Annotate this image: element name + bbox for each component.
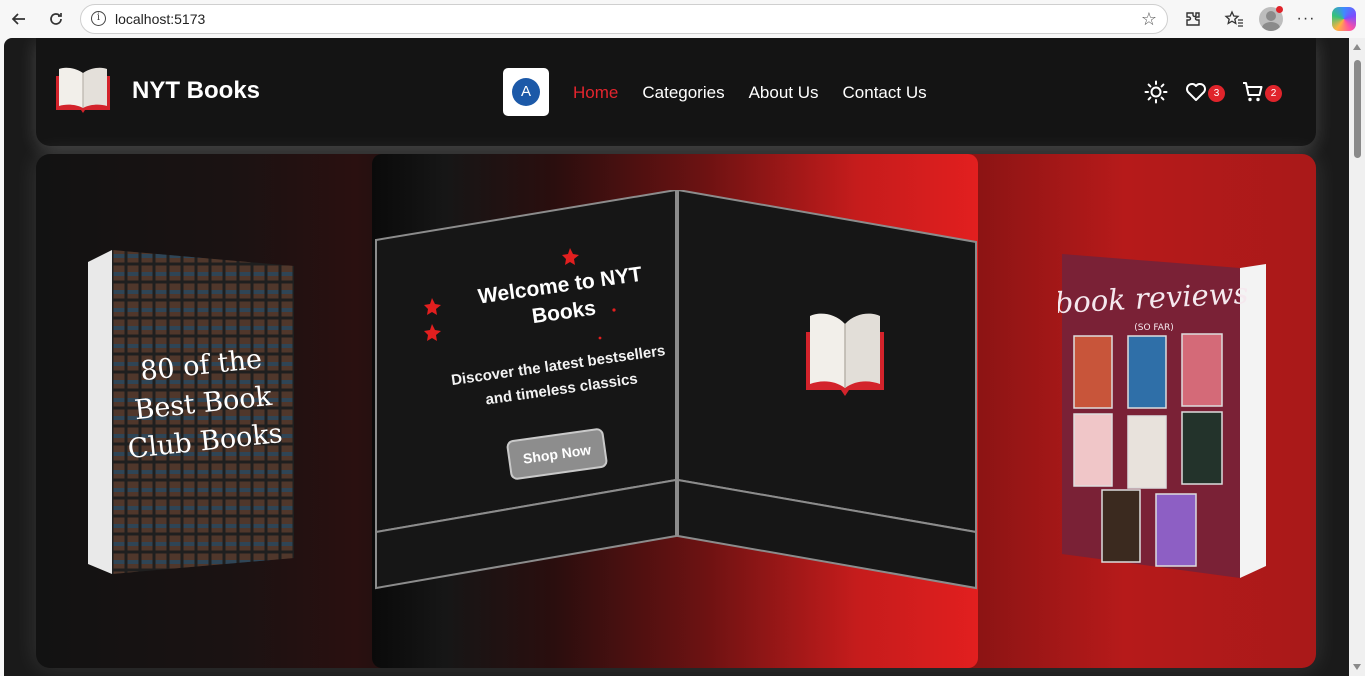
user-avatar-button[interactable]: A bbox=[503, 68, 549, 116]
sun-icon[interactable] bbox=[1144, 80, 1168, 104]
brand-name[interactable]: NYT Books bbox=[132, 77, 260, 105]
cart-icon[interactable] bbox=[1241, 80, 1265, 104]
scroll-up-icon[interactable] bbox=[1353, 44, 1361, 50]
hero-carousel: 80 of the Best Book Club Books Welcome t… bbox=[36, 154, 1316, 668]
nav-contact-us[interactable]: Contact Us bbox=[843, 83, 927, 103]
favorite-star-icon[interactable]: ☆ bbox=[1141, 9, 1157, 30]
main-nav: Home Categories About Us Contact Us bbox=[573, 83, 927, 103]
notification-dot bbox=[1276, 6, 1283, 13]
nav-about-us[interactable]: About Us bbox=[749, 83, 819, 103]
copilot-icon[interactable] bbox=[1332, 7, 1356, 31]
right-book-subtitle: (SO FAR) bbox=[1134, 323, 1173, 333]
logo-book-icon[interactable] bbox=[54, 64, 112, 114]
open-book-icon bbox=[806, 313, 884, 396]
back-icon[interactable] bbox=[6, 6, 32, 32]
page-scrollbar[interactable] bbox=[1349, 38, 1365, 676]
address-bar[interactable]: i localhost:5173 ☆ bbox=[80, 4, 1168, 34]
scroll-thumb[interactable] bbox=[1354, 60, 1361, 158]
heart-icon[interactable] bbox=[1184, 80, 1208, 104]
nav-categories[interactable]: Categories bbox=[642, 83, 724, 103]
reload-icon[interactable] bbox=[43, 6, 69, 32]
scroll-down-icon[interactable] bbox=[1353, 664, 1361, 670]
nav-home[interactable]: Home bbox=[573, 83, 618, 103]
site-header: NYT Books A Home Categories About Us Con… bbox=[36, 38, 1316, 146]
extensions-icon[interactable] bbox=[1181, 7, 1205, 31]
more-icon[interactable]: ··· bbox=[1294, 7, 1318, 31]
info-icon[interactable]: i bbox=[91, 11, 106, 26]
url-text: localhost:5173 bbox=[115, 11, 206, 27]
left-book-image[interactable]: 80 of the Best Book Club Books bbox=[84, 246, 294, 576]
browser-toolbar: i localhost:5173 ☆ ··· bbox=[0, 0, 1365, 38]
cart-badge: 2 bbox=[1265, 85, 1282, 102]
wishlist-badge: 3 bbox=[1208, 85, 1225, 102]
favorites-icon[interactable] bbox=[1222, 7, 1246, 31]
avatar: A bbox=[512, 78, 540, 106]
page-viewport: NYT Books A Home Categories About Us Con… bbox=[4, 38, 1365, 676]
right-book-image[interactable]: book reviews (SO FAR) bbox=[1058, 250, 1270, 580]
